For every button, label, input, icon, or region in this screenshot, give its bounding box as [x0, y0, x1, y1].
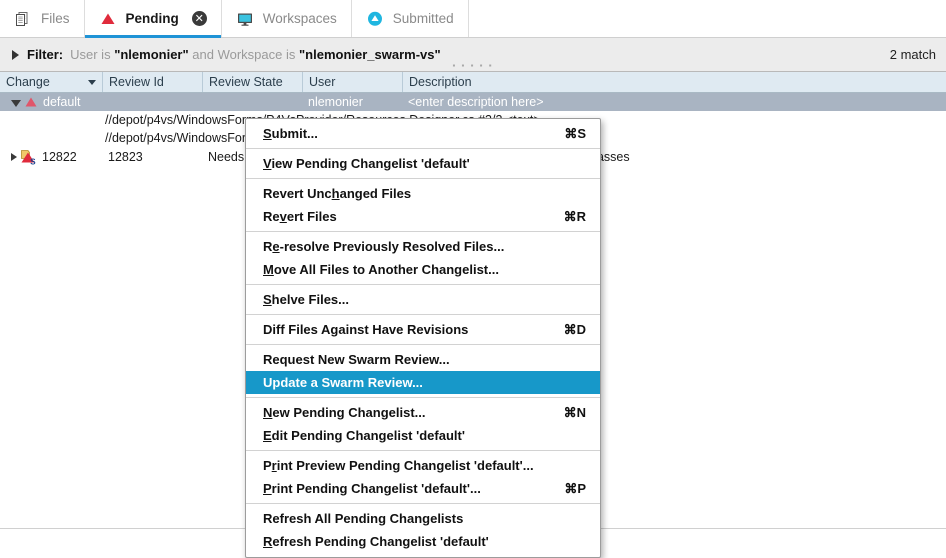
- menu-separator: [246, 314, 600, 315]
- menu-item[interactable]: Refresh All Pending Changelists: [246, 507, 600, 530]
- column-header-description[interactable]: Description: [403, 72, 946, 92]
- filter-expand-icon[interactable]: [12, 50, 19, 60]
- menu-item[interactable]: Print Preview Pending Changelist 'defaul…: [246, 454, 600, 477]
- row-change-value: 12822: [42, 150, 77, 164]
- tab-submitted[interactable]: Submitted: [352, 0, 469, 37]
- menu-item-shortcut: ⌘N: [546, 405, 586, 421]
- filter-criteria-workspace-label: and Workspace is: [192, 47, 295, 62]
- tab-submitted-label: Submitted: [393, 11, 454, 26]
- menu-item[interactable]: Submit... ⌘S: [246, 122, 600, 145]
- menu-separator: [246, 344, 600, 345]
- shelved-changelist-swarm-icon: S: [20, 149, 38, 166]
- menu-item-label: Revert Files: [263, 209, 337, 224]
- column-header-user[interactable]: User: [303, 72, 403, 92]
- menu-item[interactable]: Refresh Pending Changelist 'default': [246, 530, 600, 553]
- resize-grip-icon[interactable]: ▪ ▪ ▪ ▪ ▪: [452, 63, 493, 69]
- row-change-cell: default: [0, 93, 103, 111]
- monitor-icon: [236, 10, 254, 28]
- tab-pending[interactable]: Pending ✕: [85, 0, 222, 37]
- menu-separator: [246, 397, 600, 398]
- filter-bar: Filter: User is "nlemonier" and Workspac…: [0, 38, 946, 72]
- expand-toggle-icon[interactable]: [11, 100, 21, 107]
- tab-files[interactable]: Files: [0, 0, 85, 37]
- menu-item-label: Diff Files Against Have Revisions: [263, 322, 468, 337]
- row-change-value: default: [43, 95, 81, 109]
- menu-separator: [246, 503, 600, 504]
- menu-item[interactable]: Revert Unchanged Files: [246, 182, 600, 205]
- filter-criteria-user-label: User is: [70, 47, 110, 62]
- tab-workspaces-label: Workspaces: [263, 11, 337, 26]
- pending-triangle-icon: [99, 10, 117, 28]
- column-header-review-state[interactable]: Review State: [203, 72, 303, 92]
- menu-item-shortcut: ⌘S: [546, 126, 586, 142]
- menu-separator: [246, 231, 600, 232]
- expand-toggle-icon[interactable]: [11, 153, 17, 161]
- chevron-down-icon: [88, 80, 96, 85]
- menu-item-label: Edit Pending Changelist 'default': [263, 428, 465, 443]
- tab-bar: Files Pending ✕ Workspaces S: [0, 0, 946, 38]
- menu-item[interactable]: New Pending Changelist... ⌘N: [246, 401, 600, 424]
- menu-item[interactable]: Edit Pending Changelist 'default': [246, 424, 600, 447]
- menu-item-shortcut: ⌘D: [546, 322, 586, 338]
- column-header-review-id-label: Review Id: [109, 75, 164, 89]
- tab-files-label: Files: [41, 11, 70, 26]
- menu-item-shortcut: ⌘R: [546, 209, 586, 225]
- row-review-state-cell: [203, 93, 303, 111]
- menu-item[interactable]: Move All Files to Another Changelist...: [246, 258, 600, 281]
- row-change-cell: [0, 129, 103, 147]
- menu-item-label: Refresh All Pending Changelists: [263, 511, 463, 526]
- column-header-change-label: Change: [6, 75, 50, 89]
- menu-item-label: Print Preview Pending Changelist 'defaul…: [263, 458, 534, 473]
- filter-label: Filter:: [27, 47, 63, 62]
- column-header-change[interactable]: Change: [0, 72, 103, 92]
- menu-item-label: View Pending Changelist 'default': [263, 156, 470, 171]
- row-user-cell: nlemonier: [303, 93, 403, 111]
- pending-triangle-icon: [24, 95, 38, 109]
- menu-separator: [246, 284, 600, 285]
- menu-item-label: New Pending Changelist...: [263, 405, 426, 420]
- menu-separator: [246, 178, 600, 179]
- row-change-cell: [0, 111, 103, 129]
- filter-criteria-workspace-value: "nlemonier_swarm-vs": [299, 47, 441, 62]
- menu-item[interactable]: Update a Swarm Review...: [246, 371, 600, 394]
- files-icon: [14, 10, 32, 28]
- menu-item[interactable]: Print Pending Changelist 'default'... ⌘P: [246, 477, 600, 500]
- menu-item[interactable]: Request New Swarm Review...: [246, 348, 600, 371]
- filter-criteria-user-value: "nlemonier": [114, 47, 188, 62]
- menu-item-label: Re-resolve Previously Resolved Files...: [263, 239, 504, 254]
- menu-item[interactable]: Re-resolve Previously Resolved Files...: [246, 235, 600, 258]
- close-icon[interactable]: ✕: [192, 11, 207, 26]
- menu-item-label: Shelve Files...: [263, 292, 349, 307]
- menu-item[interactable]: Revert Files ⌘R: [246, 205, 600, 228]
- menu-separator: [246, 148, 600, 149]
- table-row[interactable]: default nlemonier <enter description her…: [0, 93, 946, 111]
- menu-separator: [246, 450, 600, 451]
- row-review-id-cell: [103, 93, 203, 111]
- menu-item-label: Submit...: [263, 126, 318, 141]
- menu-item-label: Refresh Pending Changelist 'default': [263, 534, 489, 549]
- table-column-header: Change Review Id Review State User Descr…: [0, 72, 946, 93]
- menu-item-label: Revert Unchanged Files: [263, 186, 411, 201]
- match-count: 2 match: [890, 47, 936, 62]
- column-header-review-state-label: Review State: [209, 75, 283, 89]
- menu-item-label: Move All Files to Another Changelist...: [263, 262, 499, 277]
- submitted-circle-icon: [366, 10, 384, 28]
- menu-item-label: Update a Swarm Review...: [263, 375, 423, 390]
- menu-item-label: Request New Swarm Review...: [263, 352, 450, 367]
- menu-item-shortcut: ⌘P: [546, 481, 586, 497]
- menu-item-label: Print Pending Changelist 'default'...: [263, 481, 481, 496]
- tab-pending-label: Pending: [126, 11, 179, 26]
- pending-changelist-context-menu[interactable]: Submit... ⌘S View Pending Changelist 'defa…: [245, 118, 601, 558]
- column-header-user-label: User: [309, 75, 335, 89]
- row-review-id-cell: 12823: [103, 147, 203, 167]
- menu-item[interactable]: Shelve Files...: [246, 288, 600, 311]
- menu-item[interactable]: View Pending Changelist 'default': [246, 152, 600, 175]
- menu-item[interactable]: Diff Files Against Have Revisions ⌘D: [246, 318, 600, 341]
- row-change-cell: S 12822: [0, 147, 103, 167]
- row-description-cell: <enter description here>: [403, 93, 946, 111]
- tab-workspaces[interactable]: Workspaces: [222, 0, 352, 37]
- column-header-review-id[interactable]: Review Id: [103, 72, 203, 92]
- svg-text:S: S: [30, 157, 36, 165]
- column-header-description-label: Description: [409, 75, 472, 89]
